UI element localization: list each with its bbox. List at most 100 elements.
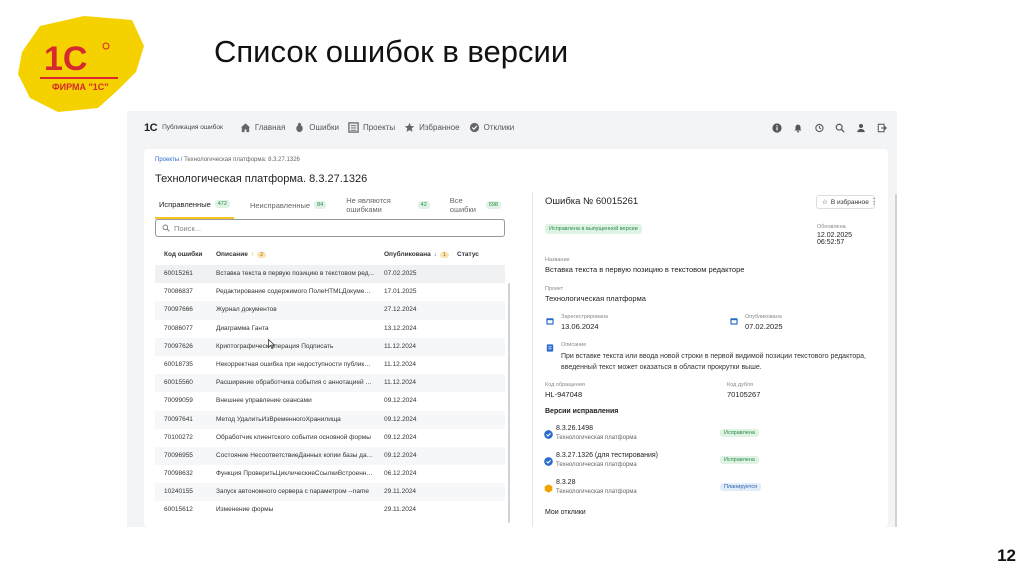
nav-responses[interactable]: Отклики [469,122,515,133]
version-number[interactable]: 8.3.27.1326 (для тестирования) [556,452,658,459]
error-description: Редактирование содержимого ПолеHTMLДокум… [216,288,374,296]
versions-heading: Версии исправления [545,408,619,415]
version-number[interactable]: 8.3.26.1498 [556,425,593,432]
version-number[interactable]: 8.3.28 [556,479,575,486]
col-code-label: Код ошибки [164,251,203,258]
table-row[interactable]: 70097666Журнал документов27.12.2024Испра… [155,301,505,320]
table-row[interactable]: 70097626 Криптографическ операция Подписа… [155,337,505,356]
project-label: Проект [545,286,564,292]
table-row[interactable]: 70086077Диаграмма Ганта13.12.2024Исправл… [155,320,505,338]
description-icon [546,344,554,352]
nav-home[interactable]: Главная [240,122,285,133]
name-value: Вставка текста в первую позицию в тексто… [545,265,745,274]
page-number: 12 [997,546,1016,565]
project-value: Технологическая платформа [545,294,646,303]
search-icon[interactable] [835,123,845,133]
table-row[interactable]: 70097641 Метод УдалитьИзВременногоХранили… [155,410,505,429]
info-icon[interactable] [772,122,782,133]
publish-date: 11.12.2024 [384,379,417,387]
nav-favorites[interactable]: Избранное [404,122,460,133]
error-description: Расширение обработчика события с аннотац… [216,379,374,387]
table-row[interactable]: 70086837 Редактирование содержимого ПолеH… [155,283,505,301]
user-icon[interactable] [856,123,866,133]
table-row[interactable]: 70098632 Функция ПроверитьЦиклическиеСсыл… [155,465,505,483]
version-product: Технологическая платформа [556,435,637,441]
publish-date: 11.12.2024 [384,342,417,350]
bug-icon [296,122,304,133]
error-description: Метод УдалитьИзВременногоХранилища [216,415,341,423]
table-row[interactable]: 10240155 Запуск автономного сервера с пар… [155,483,505,502]
publish-date: 17.01.2025 [384,288,417,296]
publish-date: 06.12.2024 [384,470,417,478]
brand[interactable]: 1С Публикация ошибок [144,122,223,134]
table-row[interactable]: 60015560 Расширение обработчика события с… [155,374,505,393]
error-description: Криптографическ операция Подписать [216,342,334,350]
history-icon[interactable] [814,123,824,133]
version-status-badge: Исправлена [720,456,759,464]
col-code-header[interactable]: Код ошибки [164,251,202,258]
tab-count: 84 [314,201,327,209]
registered-label: Зарегистрирована [561,314,609,320]
app-window: 1С Публикация ошибок Главная Ошибки Прое… [127,111,897,527]
tab-count: 598 [485,201,501,209]
error-code: 70097626 [164,342,193,350]
tab-all[interactable]: Все ошибки 598 [446,194,505,219]
updated-value: 12.02.2025 06:52:57 [817,232,853,246]
nav-home-label: Главная [254,123,286,132]
col-desc-header[interactable]: Описание ↑ 2 [216,251,267,258]
publish-date: 27.12.2024 [384,306,417,314]
error-code: 70086077 [164,324,193,332]
publish-date: 09.12.2024 [384,397,417,405]
top-navigation: 1С Публикация ошибок Главная Ошибки Прое… [127,111,897,144]
error-description: Диаграмма Ганта [216,324,269,332]
tab-unfixed[interactable]: Неисправленные 84 [246,194,330,219]
logo-text: ФИРМА "1С" [52,82,109,92]
version-product: Технологическая платформа [556,462,637,468]
bell-icon[interactable] [793,123,803,133]
table-scrollbar[interactable] [508,283,510,523]
calendar-icon [546,318,554,325]
nav-responses-label: Отклики [483,123,515,132]
publish-date: 07.02.2025 [384,270,417,277]
nav-errors-label: Ошибки [309,123,339,132]
table-row[interactable]: 60015261 Вставка текста в первую позицию … [155,265,505,284]
error-description: Вставка текста в первую позицию в тексто… [216,270,374,277]
col-date-header[interactable]: Опубликована ↓ 1 [384,251,450,258]
table-row[interactable]: 70100272 Обработчик клиентского события о… [155,429,505,447]
nav-projects[interactable]: Проекты [348,122,395,133]
sort-order-badge: 1 [440,251,450,258]
sort-down-icon: ↓ [433,251,438,258]
star-icon [404,122,415,132]
error-code: 70099059 [164,397,193,405]
description-value: При вставке текста или ввода новой строк… [561,353,866,371]
detail-title: Ошибка № 60015261 [545,196,639,207]
table-row[interactable]: 70096955 Состояние НесоответствиеДанных к… [155,446,505,466]
breadcrumb-current: Технологическая платформа: 8.3.27.1326 [184,157,300,163]
table-row[interactable]: 60018735 Некорректная ошибка при недоступ… [155,356,505,374]
col-status-header[interactable]: Статус [457,251,479,258]
page-title: Технологическая платформа. 8.3.27.1326 [155,173,368,185]
tab-not-errors[interactable]: Не являются ошибками 42 [342,194,434,219]
name-label: Название [545,257,570,263]
errors-table: 60015261 Вставка текста в первую позицию … [155,265,505,520]
table-row[interactable]: 60015612Изменение формы29.11.2024Исправл… [155,501,505,519]
publish-date: 09.12.2024 [384,451,417,459]
search-input[interactable]: Поиск... [155,219,505,237]
tab-label: Неисправленные [249,200,311,210]
tab-label: Исправленные [159,199,211,209]
error-description: Запуск автономного сервера с параметром … [216,488,369,496]
breadcrumb-projects-link[interactable]: Проекты [155,157,179,163]
duplicate-code-label: Код дубля [727,382,753,388]
error-code: 10240155 [164,488,193,496]
breadcrumb: Проекты / Технологическая платформа: 8.3… [155,157,300,163]
more-menu-icon[interactable]: ⋮ [870,197,878,206]
home-icon [240,123,250,133]
calendar-icon [730,318,738,325]
logout-icon[interactable] [877,123,887,133]
table-row[interactable]: 70099059 Внешнее управление сеансами 09.12… [155,392,505,410]
nav-errors[interactable]: Ошибки [294,122,339,133]
detail-scrollbar[interactable] [895,194,897,527]
add-to-favorites-button[interactable]: ☆ В избранное [816,195,875,209]
tab-fixed[interactable]: Исправленные 472 [155,194,234,219]
nav-projects-label: Проекты [362,123,396,132]
